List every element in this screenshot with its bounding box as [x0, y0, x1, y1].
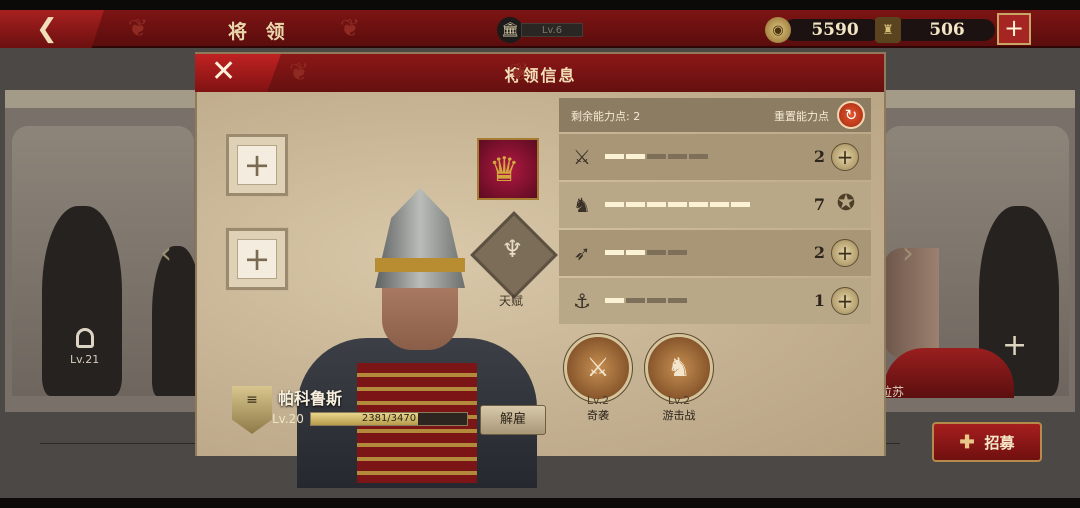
stat-row-archer: ➶ 2 +: [559, 230, 871, 276]
plus-icon: +: [237, 145, 277, 185]
coin-value: 5590: [783, 19, 881, 41]
stat-pips: [605, 298, 687, 303]
recruit-button[interactable]: ✚ 招募: [932, 422, 1042, 462]
stat-pip: [626, 202, 645, 207]
add-point-button[interactable]: +: [831, 239, 859, 267]
stat-pips: [605, 154, 708, 159]
stat-pip: [647, 298, 666, 303]
xp-text: 2381/3470: [361, 413, 417, 424]
stat-pip: [626, 298, 645, 303]
stat-pip: [710, 202, 729, 207]
skill-name: 奇袭: [587, 409, 609, 422]
stat-pip: [668, 202, 687, 207]
stat-pip: [731, 202, 750, 207]
chariot-icon: ⚔: [563, 333, 633, 403]
sword-icon: ⚔: [573, 145, 591, 169]
stat-pip: [605, 250, 624, 255]
eagle-icon: ♆: [501, 235, 524, 264]
anchor-icon: ⚓: [573, 289, 591, 313]
helmet-plus-icon: ✚: [959, 431, 975, 453]
rank-chevron-icon: ≡: [232, 386, 272, 434]
skill-level: Lv.2: [667, 394, 691, 407]
helmet: [375, 188, 465, 288]
stat-pip: [647, 250, 666, 255]
lock-icon: [75, 328, 94, 348]
page-title: 将 领: [228, 21, 291, 43]
dialog-header: ✕ ❦ 将领信息 ❦: [195, 54, 884, 92]
stat-pip: [668, 250, 687, 255]
refresh-icon: ↻: [844, 106, 858, 124]
chevron-right-icon[interactable]: ›: [902, 236, 914, 271]
chevron-left-icon[interactable]: ‹: [160, 236, 172, 271]
stat-value: 2: [813, 147, 825, 166]
resource-value: 506: [893, 19, 995, 41]
stat-pip: [626, 154, 645, 159]
helmet-resource-icon: ♜: [875, 17, 901, 43]
skill-name: 游击战: [662, 409, 696, 422]
equipment-slot-empty[interactable]: +: [225, 133, 289, 197]
back-button[interactable]: ❮: [0, 10, 104, 48]
silhouette: [42, 206, 122, 396]
dismiss-button[interactable]: 解雇: [480, 405, 546, 435]
stat-pip: [605, 202, 624, 207]
general-name: 帕科鲁斯: [278, 389, 343, 408]
top-bar: ❮ ❦ 将 领 ❦ 🏛 Lv.6 ◉ 5590 ♜ 506 +: [0, 10, 1080, 48]
laurel-icon: ❦: [340, 14, 361, 42]
city-level: 🏛 Lv.6: [497, 17, 583, 43]
left-arrow-icon: ❮: [36, 14, 58, 44]
stat-pip: [605, 154, 624, 159]
bow-icon: ➶: [573, 241, 591, 265]
max-rank-emblem-icon: ✪: [836, 191, 856, 216]
coin-icon: ◉: [765, 17, 791, 43]
city-level-value: Lv.6: [521, 23, 583, 37]
helmet-band: [375, 258, 465, 272]
laurel-icon: ❦: [509, 58, 530, 86]
stat-value: 1: [813, 291, 825, 310]
general-level: Lv.20: [272, 412, 304, 426]
stat-pip: [626, 250, 645, 255]
stat-value: 7: [813, 195, 825, 214]
add-point-button[interactable]: +: [831, 143, 859, 171]
stat-row-infantry: ⚔ 2 +: [559, 134, 871, 180]
skill-level: Lv.2: [586, 394, 610, 407]
ability-points-bar: 剩余能力点: 2 重置能力点 ↻: [559, 98, 871, 132]
general-name-panel: ≡ 帕科鲁斯 Lv.20 2381/3470: [232, 382, 512, 440]
winged-helmet-icon: ♛: [489, 150, 520, 190]
equipped-item-slot[interactable]: ♛: [477, 138, 539, 200]
dialog-title: 将领信息: [504, 66, 577, 85]
lock-indicator: Lv.21: [70, 328, 99, 366]
stat-row-cavalry: ♞ 7 ✪: [559, 182, 871, 228]
skill-guerrilla[interactable]: ♞ Lv.2 游击战: [643, 333, 715, 430]
reset-points-label: 重置能力点: [774, 110, 829, 123]
soldiers-icon: ♞: [644, 333, 714, 403]
remaining-points: 剩余能力点: 2: [571, 110, 641, 123]
stat-pip: [647, 154, 666, 159]
add-general-icon[interactable]: +: [1002, 328, 1027, 363]
stat-pip: [668, 154, 687, 159]
reset-points-button[interactable]: ↻: [837, 101, 865, 129]
unlock-level: Lv.21: [70, 353, 100, 366]
recruit-label: 招募: [984, 433, 1015, 452]
stat-pip: [605, 298, 624, 303]
stat-value: 2: [813, 243, 825, 262]
stat-row-naval: ⚓ 1 +: [559, 278, 871, 324]
coin-counter: ◉ 5590: [765, 17, 881, 43]
stat-pip: [668, 298, 687, 303]
stat-pips: [605, 250, 687, 255]
talent-label: 天赋: [499, 294, 524, 308]
skill-ambush[interactable]: ⚔ Lv.2 奇袭: [562, 333, 634, 430]
resource-counter: ♜ 506: [875, 17, 995, 43]
stat-pip: [689, 202, 708, 207]
xp-bar: 2381/3470: [310, 412, 468, 426]
stat-pip: [689, 154, 708, 159]
add-resource-button[interactable]: +: [997, 13, 1031, 45]
stat-pips: [605, 202, 750, 207]
stat-pip: [647, 202, 666, 207]
temple-icon: 🏛: [497, 17, 523, 43]
laurel-icon: ❦: [128, 14, 149, 42]
plus-icon: +: [1003, 14, 1025, 42]
horse-icon: ♞: [573, 193, 591, 217]
add-point-button[interactable]: +: [831, 287, 859, 315]
